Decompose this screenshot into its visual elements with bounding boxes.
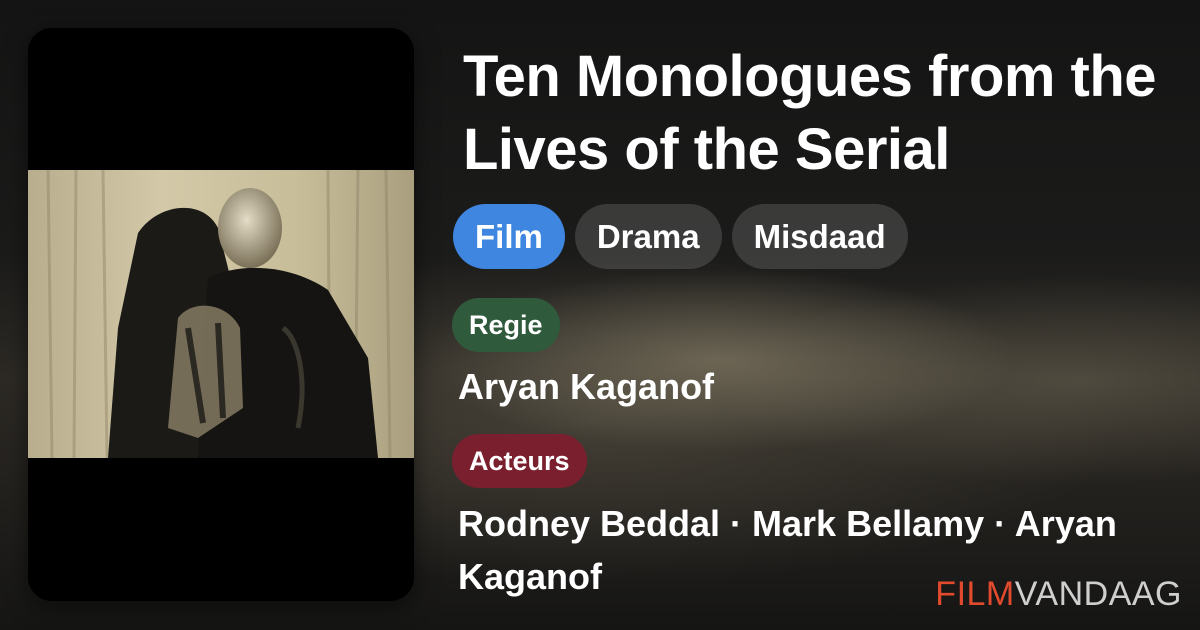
brand-logo: FILMVANDAAG	[935, 575, 1182, 614]
genre-chip-drama[interactable]: Drama	[574, 204, 722, 269]
genre-tags: Film Drama Misdaad	[453, 204, 908, 269]
movie-title: Ten Monologues from the Lives of the Ser…	[463, 44, 1157, 182]
genre-chip-misdaad[interactable]: Misdaad	[731, 204, 908, 269]
brand-logo-part1: FILM	[935, 575, 1015, 613]
genre-chip-film[interactable]: Film	[453, 204, 565, 269]
movie-poster	[28, 28, 414, 601]
director-names: Aryan Kaganof	[458, 366, 715, 407]
poster-image	[28, 28, 414, 601]
cast-label: Acteurs	[452, 434, 587, 488]
brand-logo-part2: VANDAAG	[1014, 575, 1182, 613]
director-label: Regie	[452, 298, 560, 352]
